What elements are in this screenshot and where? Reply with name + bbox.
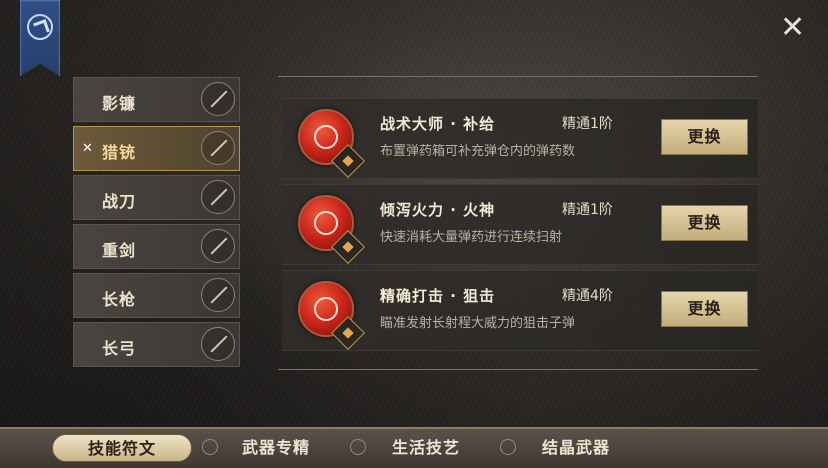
skill-level: 精通4阶: [562, 288, 613, 304]
weapon-label: 重剑: [102, 241, 137, 260]
skill-row: 战术大师 · 补给 精通1阶 布置弹药箱可补充弹仓内的弹药数 更换: [282, 98, 758, 179]
bottom-tab-bar: 技能符文 武器专精 生活技艺 结晶武器: [0, 427, 828, 468]
skill-row: 倾泻火力 · 火神 精通1阶 快速消耗大量弹药进行连续扫射 更换: [282, 184, 758, 265]
weapon-label: 影镰: [102, 94, 137, 113]
skill-description: 瞄准发射长射程大威力的狙击子弹: [380, 316, 576, 331]
banner-emblem-icon: [27, 14, 53, 40]
weapon-item-greatsword[interactable]: 重剑: [73, 224, 240, 269]
replace-button[interactable]: 更换: [661, 119, 748, 155]
replace-button[interactable]: 更换: [661, 291, 748, 327]
weapon-label: 战刀: [102, 192, 137, 211]
skill-description: 快速消耗大量弹药进行连续扫射: [380, 230, 563, 245]
skill-row: 精确打击 · 狙击 精通4阶 瞄准发射长射程大威力的狙击子弹 更换: [282, 270, 758, 351]
tab-skill-runes[interactable]: 技能符文: [52, 434, 192, 462]
saber-icon: [201, 180, 235, 214]
skill-description: 布置弹药箱可补充弹仓内的弹药数: [380, 144, 576, 159]
panel-divider-bottom: [278, 369, 758, 370]
longbow-icon: [201, 327, 235, 361]
panel-divider-top: [278, 76, 758, 77]
weapon-item-saber[interactable]: 战刀: [73, 175, 240, 220]
skill-level: 精通1阶: [562, 116, 613, 132]
spear-icon: [201, 278, 235, 312]
tab-life-skills[interactable]: 生活技艺: [356, 434, 496, 462]
weapon-label: 长枪: [102, 290, 137, 309]
weapon-list: 影镰 ✕ 猎铳 战刀 重剑 长枪 长弓: [73, 77, 240, 371]
greatsword-icon: [201, 229, 235, 263]
skill-name: 战术大师 · 补给: [380, 115, 496, 133]
weapon-label: 猎铳: [102, 143, 137, 162]
weapon-item-scythe[interactable]: 影镰: [73, 77, 240, 122]
musket-icon: [201, 131, 235, 165]
weapon-item-musket[interactable]: ✕ 猎铳: [73, 126, 240, 171]
weapon-item-longbow[interactable]: 长弓: [73, 322, 240, 367]
weapon-label: 长弓: [102, 339, 137, 358]
close-button[interactable]: ✕: [780, 13, 805, 43]
replace-button[interactable]: 更换: [661, 205, 748, 241]
skill-name: 精确打击 · 狙击: [380, 287, 496, 305]
scythe-icon: [201, 82, 235, 116]
weapon-item-spear[interactable]: 长枪: [73, 273, 240, 318]
tab-crystal-weapons[interactable]: 结晶武器: [506, 434, 646, 462]
skill-level: 精通1阶: [562, 202, 613, 218]
tab-weapon-mastery[interactable]: 武器专精: [206, 434, 346, 462]
selected-cross-icon: ✕: [82, 141, 93, 156]
skill-name: 倾泻火力 · 火神: [380, 201, 496, 219]
